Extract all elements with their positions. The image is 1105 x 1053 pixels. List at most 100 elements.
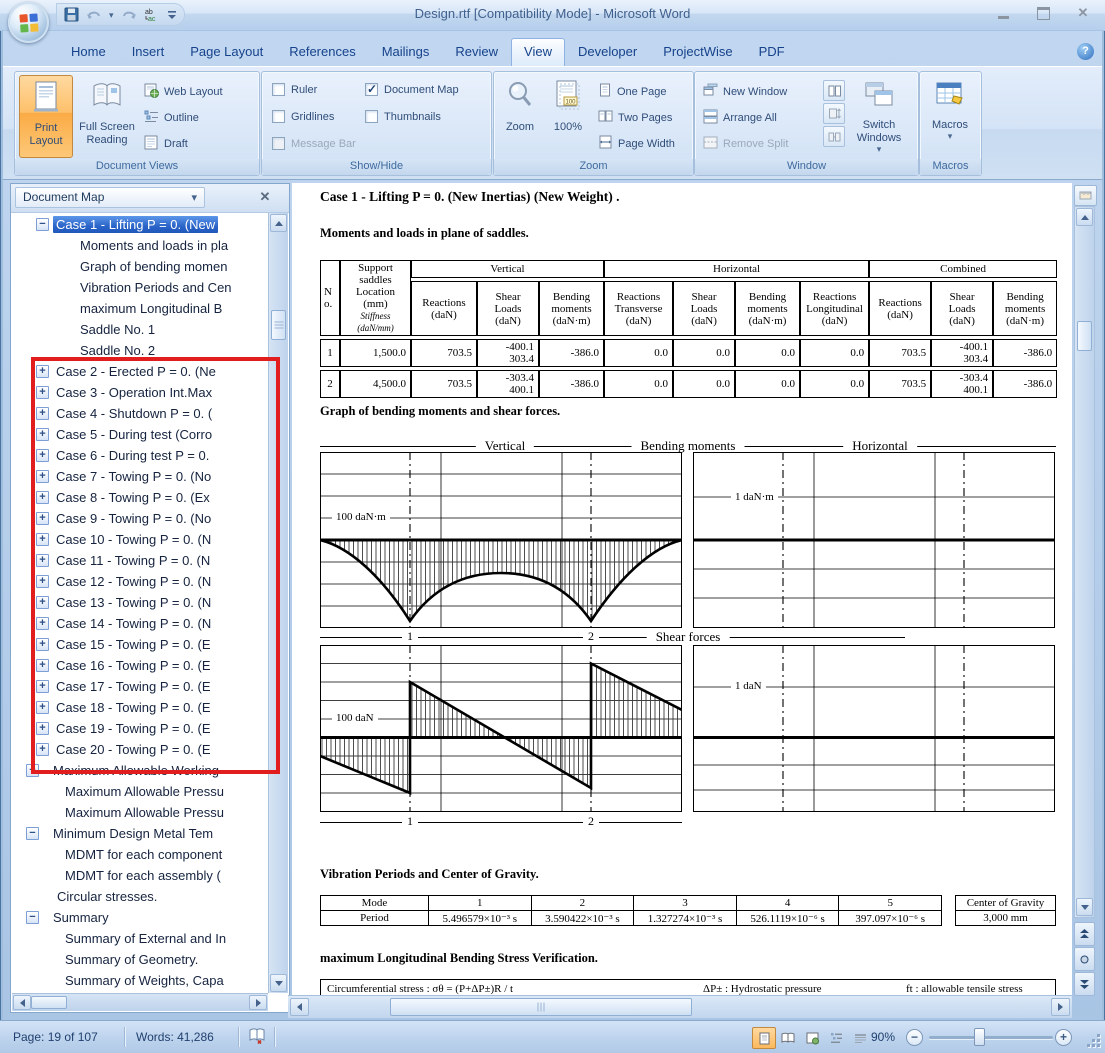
gridlines-checkbox-box[interactable] — [272, 110, 285, 123]
tab-developer[interactable]: Developer — [565, 38, 650, 67]
status-full-screen-icon[interactable] — [776, 1027, 800, 1049]
next-page-icon[interactable] — [1074, 972, 1095, 996]
thumbnails-checkbox[interactable]: Thumbnails — [365, 109, 441, 124]
redo-icon[interactable] — [121, 8, 137, 22]
status-web-layout-icon[interactable] — [800, 1027, 824, 1049]
zoom-out-icon[interactable]: − — [906, 1029, 923, 1046]
previous-page-icon[interactable] — [1074, 922, 1095, 946]
view-ruler-toggle[interactable] — [1074, 185, 1097, 206]
web-layout-button[interactable]: Web Layout — [141, 81, 226, 102]
docmap-item[interactable]: −Summary — [13, 907, 268, 928]
office-button[interactable] — [8, 2, 49, 43]
page-width-button[interactable]: Page Width — [595, 133, 678, 154]
close-button[interactable]: ✕ — [1071, 5, 1095, 21]
status-draft-icon[interactable] — [848, 1027, 872, 1049]
draft-button[interactable]: Draft — [141, 133, 226, 154]
status-outline-icon[interactable] — [824, 1027, 848, 1049]
outline-button[interactable]: Outline — [141, 107, 226, 128]
document-map-close-icon[interactable]: ✕ — [256, 188, 274, 206]
document-map-checkbox-box[interactable] — [365, 83, 378, 96]
tab-page-layout[interactable]: Page Layout — [177, 38, 276, 67]
zoom-slider-handle[interactable] — [974, 1028, 985, 1046]
collapse-icon[interactable]: − — [26, 827, 39, 840]
tab-references[interactable]: References — [276, 38, 368, 67]
zoom-slider-track[interactable] — [929, 1036, 1053, 1039]
table-cell: 4,500.0 — [340, 370, 411, 398]
word-count[interactable]: Words: 41,286 — [136, 1030, 214, 1044]
qat-customize-icon[interactable] — [167, 9, 177, 21]
help-icon[interactable]: ? — [1077, 43, 1094, 60]
scroll-up-icon[interactable] — [1076, 208, 1093, 226]
docmap-item[interactable]: MDMT for each component — [13, 844, 268, 865]
docmap-item[interactable]: Maximum Allowable Pressu — [13, 781, 268, 802]
docmap-item[interactable]: Maximum Allowable Pressu — [13, 802, 268, 823]
one-page-button[interactable]: One Page — [595, 81, 678, 102]
tab-home[interactable]: Home — [58, 38, 119, 67]
scroll-right-icon[interactable] — [1051, 998, 1070, 1016]
docmap-item[interactable]: Saddle No. 1 — [13, 319, 268, 340]
zoom-in-icon[interactable]: + — [1055, 1029, 1072, 1046]
new-window-button[interactable]: New Window — [700, 81, 791, 102]
docmap-item[interactable]: Summary of Geometry. — [13, 949, 268, 970]
status-print-layout-icon[interactable] — [752, 1027, 776, 1049]
tab-mailings[interactable]: Mailings — [369, 38, 443, 67]
ruler-checkbox[interactable]: Ruler — [272, 82, 317, 97]
minimize-button[interactable] — [991, 5, 1015, 21]
tab-projectwise[interactable]: ProjectWise — [650, 38, 745, 67]
view-side-by-side-icon[interactable] — [823, 80, 845, 101]
document-map-dropdown[interactable]: Document Map — [15, 187, 205, 208]
scroll-up-icon[interactable] — [270, 214, 287, 232]
scrollbar-thumb[interactable] — [31, 996, 67, 1009]
macros-button[interactable]: Macros ▾ — [923, 75, 977, 158]
arrange-all-button[interactable]: Arrange All — [700, 107, 791, 128]
zoom-level[interactable]: 90% — [871, 1030, 895, 1044]
document-map-checkbox[interactable]: Document Map — [365, 82, 459, 97]
full-screen-reading-button[interactable]: Full Screen Reading — [77, 75, 137, 158]
document-vertical-scrollbar[interactable] — [1074, 206, 1095, 918]
docmap-item[interactable]: maximum Longitudinal B — [13, 298, 268, 319]
proofing-status-icon[interactable] — [248, 1028, 266, 1048]
tab-insert[interactable]: Insert — [119, 38, 178, 67]
scroll-left-icon[interactable] — [13, 995, 31, 1010]
docmap-item[interactable]: Moments and loads in pla — [13, 235, 268, 256]
page-indicator[interactable]: Page: 19 of 107 — [13, 1030, 98, 1044]
docmap-item[interactable]: −Case 1 - Lifting P = 0. (New — [13, 214, 268, 235]
undo-dropdown-icon[interactable]: ▾ — [109, 11, 114, 19]
collapse-icon[interactable]: − — [36, 218, 49, 231]
zoom-100-button[interactable]: 100 100% — [545, 75, 591, 158]
collapse-icon[interactable]: − — [26, 911, 39, 924]
docmap-item[interactable]: Summary of Weights, Capa — [13, 970, 268, 991]
docmap-item[interactable]: −Minimum Design Metal Tem — [13, 823, 268, 844]
scroll-down-icon[interactable] — [270, 974, 287, 992]
scroll-left-icon[interactable] — [290, 998, 309, 1016]
document-horizontal-scrollbar[interactable] — [288, 995, 1072, 1018]
gridlines-checkbox[interactable]: Gridlines — [272, 109, 334, 124]
docmap-item[interactable]: Circular stresses. — [13, 886, 268, 907]
scroll-right-icon[interactable] — [249, 995, 267, 1010]
zoom-button[interactable]: Zoom — [497, 75, 543, 158]
scrollbar-thumb[interactable] — [390, 998, 692, 1016]
two-pages-button[interactable]: Two Pages — [595, 107, 678, 128]
thumbnails-checkbox-box[interactable] — [365, 110, 378, 123]
undo-icon[interactable] — [86, 8, 102, 22]
moments-loads-table: N o.Support saddles Location (mm)Stiffne… — [320, 257, 1057, 401]
maximize-button[interactable] — [1031, 5, 1055, 21]
select-browse-object-icon[interactable] — [1074, 947, 1095, 971]
ruler-checkbox-box[interactable] — [272, 83, 285, 96]
print-layout-button[interactable]: Print Layout — [19, 75, 73, 158]
tab-pdf[interactable]: PDF — [746, 38, 798, 67]
docmap-item[interactable]: Summary of External and In — [13, 928, 268, 949]
tab-view[interactable]: View — [511, 38, 565, 67]
save-icon[interactable] — [64, 7, 79, 22]
scrollbar-thumb[interactable] — [271, 310, 286, 340]
resize-grip-icon[interactable] — [1086, 1033, 1100, 1047]
scrollbar-thumb[interactable] — [1077, 321, 1092, 351]
document-map-horizontal-scrollbar[interactable] — [12, 993, 268, 1011]
tab-review[interactable]: Review — [442, 38, 511, 67]
docmap-item[interactable]: Vibration Periods and Cen — [13, 277, 268, 298]
replace-icon[interactable]: abac — [144, 7, 160, 22]
docmap-item[interactable]: MDMT for each assembly ( — [13, 865, 268, 886]
docmap-item[interactable]: Graph of bending momen — [13, 256, 268, 277]
switch-windows-button[interactable]: Switch Windows ▾ — [848, 75, 910, 158]
scroll-down-icon[interactable] — [1076, 898, 1093, 916]
